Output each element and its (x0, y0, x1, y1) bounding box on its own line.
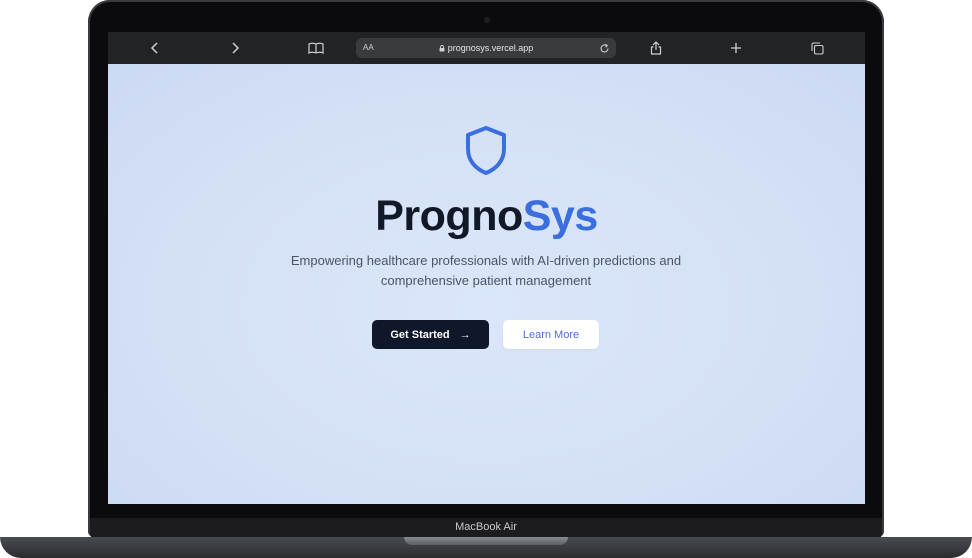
url-text: prognosys.vercel.app (447, 43, 534, 53)
tabs-icon[interactable] (802, 32, 832, 64)
laptop-notch (404, 537, 568, 545)
learn-more-button[interactable]: Learn More (503, 320, 599, 349)
reload-icon[interactable] (596, 40, 612, 56)
shield-icon (462, 122, 510, 178)
page-title: PrognoSys (108, 192, 865, 241)
device-label: MacBook Air (455, 521, 517, 533)
forward-icon[interactable] (220, 32, 250, 64)
title-part-accent: Sys (522, 192, 599, 240)
title-part-dark: Progno (375, 192, 523, 240)
lock-icon (439, 44, 445, 54)
get-started-button[interactable]: Get Started → (372, 320, 489, 349)
url-bar[interactable]: AA prognosys.vercel.app (356, 38, 616, 58)
screen: AA prognosys.vercel.app PrognoSys Empowe… (108, 32, 865, 504)
learn-more-label: Learn More (522, 328, 580, 341)
hero-subtitle: Empowering healthcare professionals with… (290, 253, 682, 288)
new-tab-icon[interactable] (721, 32, 751, 64)
share-icon[interactable] (641, 32, 671, 64)
landing-page: PrognoSys Empowering healthcare professi… (108, 64, 865, 504)
back-icon[interactable] (140, 32, 170, 64)
browser-toolbar: AA prognosys.vercel.app (108, 32, 865, 64)
camera-icon (484, 17, 490, 23)
get-started-label: Get Started (390, 328, 450, 341)
url-display: prognosys.vercel.app (356, 43, 616, 54)
arrow-right-icon: → (459, 328, 471, 341)
bookmarks-icon[interactable] (301, 32, 331, 64)
